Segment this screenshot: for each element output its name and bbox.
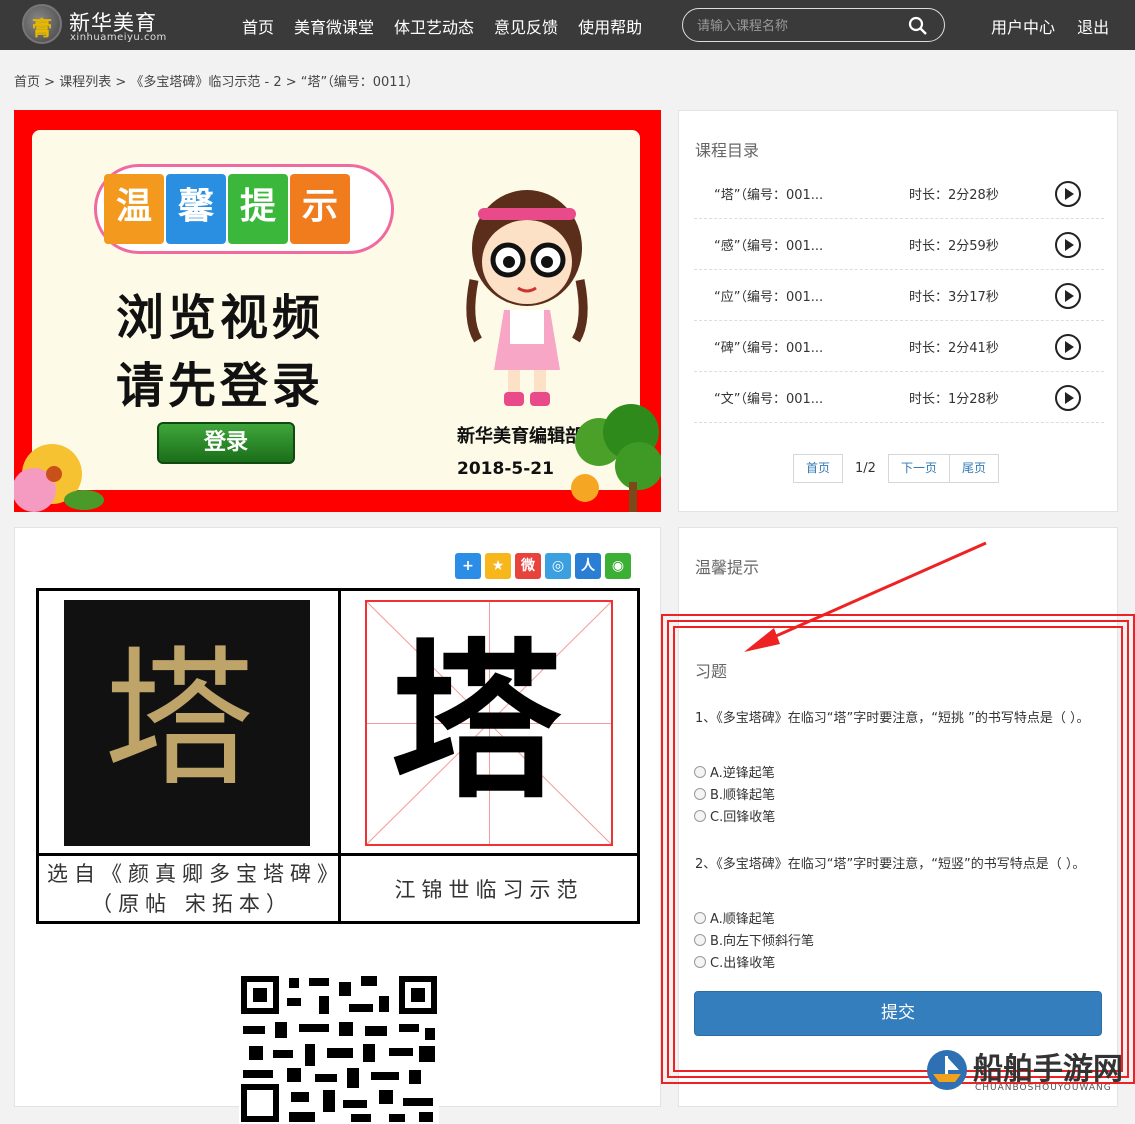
annotation-inner-box — [673, 626, 1123, 1072]
breadcrumb: 首页 > 课程列表 > 《多宝塔碑》临习示范 - 2 > “塔”（编号：0011… — [14, 75, 419, 90]
table-divider — [39, 853, 637, 856]
tree-decoration-icon — [571, 404, 661, 512]
catalog-item-duration: 时长：1分28秒 — [909, 392, 999, 407]
catalog-item-duration: 时长：2分28秒 — [909, 188, 999, 203]
stele-rubbing-image: 塔 — [64, 600, 310, 846]
share-tencent-icon[interactable]: ◎ — [545, 553, 571, 579]
tip-tile-2: 馨 — [166, 174, 226, 244]
catalog-item-duration: 时长：2分59秒 — [909, 239, 999, 254]
catalog-row[interactable]: “应”（编号：001... 时长：3分17秒 — [694, 270, 1104, 321]
rubbing-character: 塔 — [104, 633, 255, 807]
pager-next-button[interactable]: 下一页 — [887, 454, 950, 483]
catalog-title: 课程目录 — [695, 141, 760, 160]
catalog-item-duration: 时长：2分41秒 — [909, 341, 999, 356]
caption-source-line-1: 选自《颜真卿多宝塔碑》 — [47, 862, 344, 886]
share-more-icon[interactable]: + — [455, 553, 481, 579]
catalog-row[interactable]: “感”（编号：001... 时长：2分59秒 — [694, 219, 1104, 270]
tip-tile-3: 提 — [228, 174, 288, 244]
catalog-item-name: “碑”（编号：001... — [714, 341, 824, 356]
breadcrumb-course[interactable]: 《多宝塔碑》临习示范 - 2 — [130, 75, 281, 90]
search-input[interactable] — [697, 16, 907, 36]
pager-first-button[interactable]: 首页 — [793, 454, 844, 483]
course-catalog-panel: 课程目录 “塔”（编号：001... 时长：2分28秒 “感”（编号：001..… — [678, 110, 1118, 512]
caption-source: 选自《颜真卿多宝塔碑》 （原帖 宋拓本） — [47, 859, 344, 919]
pager-page-indicator: 1/2 — [855, 461, 876, 476]
catalog-item-duration: 时长：3分17秒 — [909, 290, 999, 305]
caption-practice: 江锦世临习示范 — [394, 878, 584, 902]
calligraphy-comparison: 塔 塔 选自《颜真卿多宝塔碑》 （原帖 宋拓本） 江锦世临习示范 — [36, 588, 640, 924]
banner-line-2: 请先登录 — [116, 358, 325, 414]
catalog-row[interactable]: “碑”（编号：001... 时长：2分41秒 — [694, 321, 1104, 372]
nav-feedback[interactable]: 意见反馈 — [494, 14, 558, 38]
catalog-item-name: “感”（编号：001... — [714, 239, 824, 254]
annotation-arrow-icon — [744, 541, 987, 652]
catalog-item-name: “应”（编号：001... — [714, 290, 824, 305]
breadcrumb-home[interactable]: 首页 — [14, 75, 40, 90]
caption-source-line-2: （原帖 宋拓本） — [91, 892, 293, 916]
search-box — [682, 8, 945, 42]
catalog-row[interactable]: “塔”（编号：001... 时长：2分28秒 — [694, 168, 1104, 219]
catalog-pager: 首页 1/2 下一页 尾页 — [793, 454, 999, 483]
lesson-content-panel: + ★ 微 ◎ 人 ◉ 塔 塔 选自《颜真卿多宝塔碑》 （原帖 宋拓本） 江锦世… — [14, 527, 661, 1124]
share-wechat-icon[interactable]: ◉ — [605, 553, 631, 579]
boat-logo-icon — [927, 1050, 967, 1090]
logo-subtitle: xinhuameiyu.com — [70, 32, 167, 43]
banner-date: 2018-5-21 — [457, 459, 554, 479]
play-icon[interactable] — [1055, 334, 1081, 360]
catalog-row[interactable]: “文”（编号：001... 时长：1分28秒 — [694, 372, 1104, 423]
nav-help[interactable]: 使用帮助 — [578, 14, 642, 38]
search-icon[interactable] — [908, 16, 928, 36]
play-icon[interactable] — [1055, 385, 1081, 411]
logo-emblem-icon: 膏 — [22, 4, 62, 44]
main-nav: 首页 美育微课堂 体卫艺动态 意见反馈 使用帮助 — [242, 14, 662, 38]
watermark-subtitle: CHUANBOSHOUYOUWANG — [975, 1083, 1112, 1093]
share-qzone-icon[interactable]: ★ — [485, 553, 511, 579]
user-center-link[interactable]: 用户中心 — [991, 18, 1055, 37]
catalog-item-name: “文”（编号：001... — [714, 392, 824, 407]
tip-tile-1: 温 — [104, 174, 164, 244]
banner-line-1: 浏览视频 — [116, 290, 325, 346]
breadcrumb-course-list[interactable]: 课程列表 — [59, 75, 111, 90]
practice-character: 塔 — [391, 622, 562, 822]
nav-home[interactable]: 首页 — [242, 14, 274, 38]
qr-code-image — [239, 974, 439, 1124]
practice-grid-image: 塔 — [365, 600, 613, 846]
tip-tile-4: 示 — [290, 174, 350, 244]
play-icon[interactable] — [1055, 283, 1081, 309]
nav-micro-class[interactable]: 美育微课堂 — [294, 14, 374, 38]
play-icon[interactable] — [1055, 181, 1081, 207]
share-weibo-icon[interactable]: 微 — [515, 553, 541, 579]
site-logo[interactable]: 膏 新华美育 xinhuameiyu.com — [22, 4, 182, 46]
share-renren-icon[interactable]: 人 — [575, 553, 601, 579]
login-required-banner: 温 馨 提 示 浏览视频 请先登录 登录 新华美育编辑部 2018-5-21 — [14, 110, 661, 512]
watermark-title: 船舶手游网 — [973, 1052, 1123, 1087]
site-watermark: 船舶手游网 CHUANBOSHOUYOUWANG — [925, 1042, 1130, 1097]
breadcrumb-current: “塔”（编号：0011） — [300, 75, 419, 90]
top-navigation-bar: 膏 新华美育 xinhuameiyu.com 首页 美育微课堂 体卫艺动态 意见… — [0, 0, 1135, 50]
nav-news[interactable]: 体卫艺动态 — [394, 14, 474, 38]
catalog-item-name: “塔”（编号：001... — [714, 188, 824, 203]
play-icon[interactable] — [1055, 232, 1081, 258]
pager-last-button[interactable]: 尾页 — [948, 454, 999, 483]
banner-panel: 温 馨 提 示 浏览视频 请先登录 登录 新华美育编辑部 2018-5-21 — [32, 130, 640, 490]
logout-link[interactable]: 退出 — [1077, 18, 1109, 37]
share-bar: + ★ 微 ◎ 人 ◉ — [455, 553, 631, 579]
girl-illustration-icon — [466, 190, 588, 406]
user-links: 用户中心 退出 — [991, 14, 1126, 38]
banner-login-button[interactable]: 登录 — [157, 422, 295, 464]
flower-decoration-icon — [14, 444, 104, 512]
